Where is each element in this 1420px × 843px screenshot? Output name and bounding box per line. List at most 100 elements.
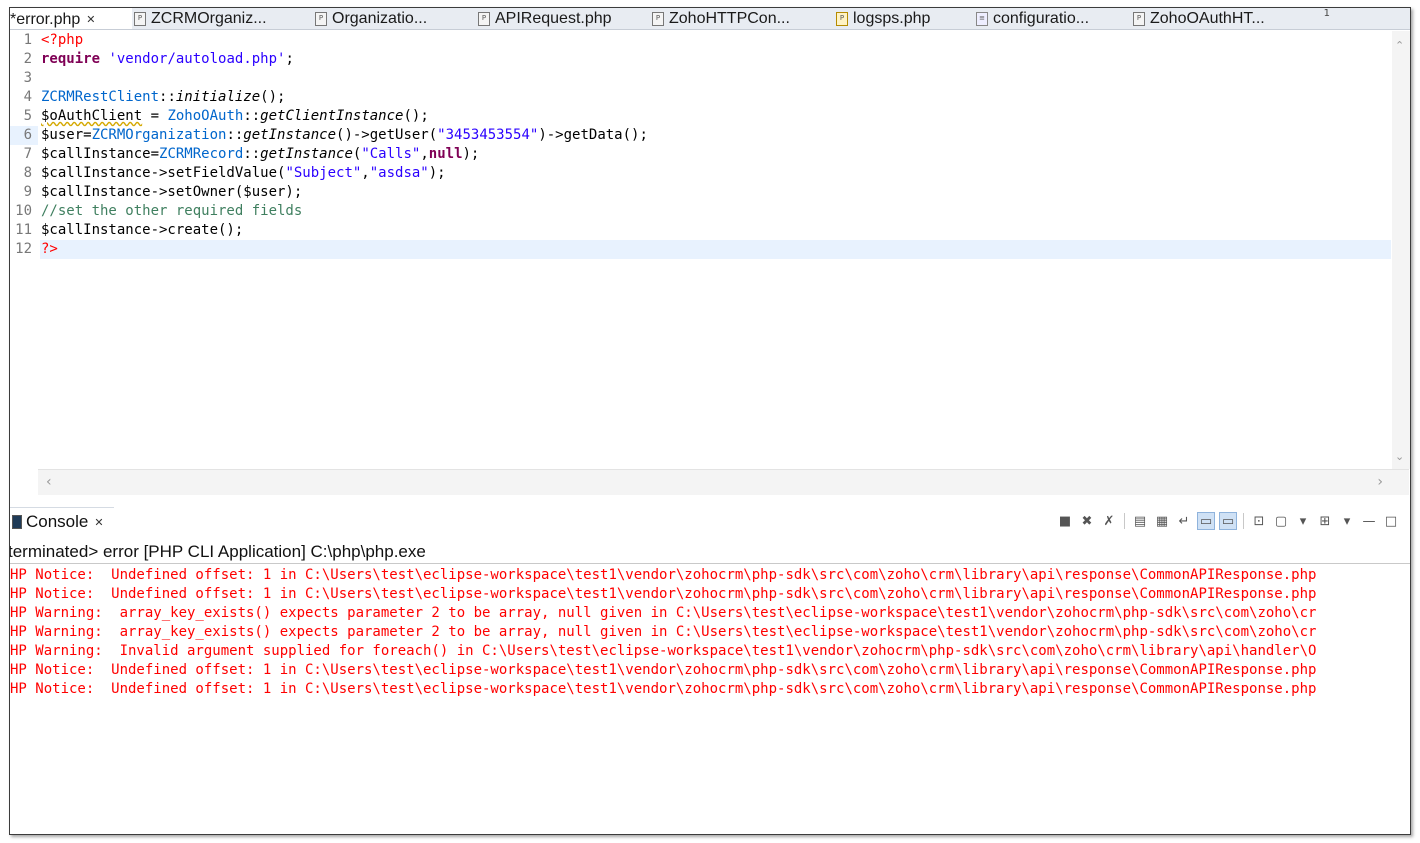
scroll-down-icon[interactable]: ⌄ bbox=[1395, 450, 1404, 463]
remove-all-terminated-icon[interactable]: ✗ bbox=[1100, 512, 1118, 530]
scroll-right-icon[interactable]: › bbox=[1377, 474, 1383, 490]
code-token: (); bbox=[403, 108, 429, 124]
scroll-left-icon[interactable]: ‹ bbox=[46, 474, 52, 490]
minimize-icon[interactable]: — bbox=[1360, 512, 1378, 530]
close-icon[interactable]: ✕ bbox=[94, 516, 103, 529]
code-token: ?> bbox=[41, 241, 58, 257]
line-number: 10 bbox=[15, 203, 32, 219]
code-token: ZCRMRecord bbox=[159, 146, 244, 162]
php-file-icon: P bbox=[1133, 11, 1145, 26]
remove-launch-icon[interactable]: ✖ bbox=[1078, 512, 1096, 530]
code-line[interactable]: ?> bbox=[40, 240, 1391, 259]
console-output-line: HP Warning: array_key_exists() expects p… bbox=[10, 624, 1317, 640]
line-number: 5 bbox=[23, 108, 32, 124]
code-line[interactable]: $callInstance->create(); bbox=[40, 221, 1391, 240]
code-token: "3453453554" bbox=[437, 127, 539, 143]
line-number: 1 bbox=[23, 32, 32, 48]
code-token: "asdsa" bbox=[369, 165, 429, 181]
code-line[interactable]: //set the other required fields bbox=[40, 202, 1391, 221]
php-warning-file-icon: P bbox=[836, 11, 848, 26]
code-token: null bbox=[428, 146, 463, 162]
code-line[interactable]: $callInstance=ZCRMRecord::getInstance("C… bbox=[40, 145, 1391, 164]
tab-label: logsps.php bbox=[853, 10, 931, 27]
console-output-line: HP Notice: Undefined offset: 1 in C:\Use… bbox=[10, 662, 1317, 678]
console-output[interactable]: HP Notice: Undefined offset: 1 in C:\Use… bbox=[10, 566, 1410, 699]
code-line[interactable]: ZCRMRestClient::initialize(); bbox=[40, 88, 1391, 107]
code-token: "Calls" bbox=[361, 146, 421, 162]
code-token: ZohoOAuth bbox=[167, 108, 244, 124]
terminate-icon[interactable]: ■ bbox=[1056, 512, 1074, 530]
eclipse-window: *error.php ✕ P ZCRMOrganiz... P Organiza… bbox=[9, 7, 1411, 835]
code-area[interactable]: <?php require 'vendor/autoload.php'; ZCRM… bbox=[40, 31, 1391, 259]
line-number: 12 bbox=[15, 241, 32, 257]
code-token: = bbox=[142, 108, 168, 124]
code-token: require bbox=[41, 51, 101, 67]
tab-console[interactable]: Console ✕ bbox=[10, 508, 114, 536]
console-output-line: HP Notice: Undefined offset: 1 in C:\Use… bbox=[10, 681, 1317, 697]
tab-organization[interactable]: P Organizatio... bbox=[315, 8, 427, 29]
code-token: , bbox=[420, 146, 429, 162]
code-line[interactable]: $callInstance->setOwner($user); bbox=[40, 183, 1391, 202]
code-line[interactable] bbox=[40, 69, 1391, 88]
clear-console-icon[interactable]: ▤ bbox=[1131, 512, 1149, 530]
display-console-dropdown-icon[interactable]: ▾ bbox=[1294, 512, 1312, 530]
scroll-up-icon[interactable]: ⌃ bbox=[1395, 39, 1404, 52]
code-token: $user= bbox=[41, 127, 92, 143]
open-console-dropdown-icon[interactable]: ▾ bbox=[1338, 512, 1356, 530]
code-token: , bbox=[361, 165, 370, 181]
toolbar-separator bbox=[1124, 513, 1125, 529]
code-line[interactable]: $user=ZCRMOrganization::getInstance()->g… bbox=[40, 126, 1391, 145]
editor-horizontal-scrollbar[interactable]: ‹ › bbox=[38, 469, 1409, 495]
tab-zcrmorganization[interactable]: P ZCRMOrganiz... bbox=[134, 8, 267, 29]
tab-error-php[interactable]: *error.php ✕ bbox=[10, 8, 132, 29]
scroll-lock-icon[interactable]: ▦ bbox=[1153, 512, 1171, 530]
code-editor[interactable]: 1 2 3 4 5 6 7 8 9 10 11 12 <?php require 'vendor/aut… bbox=[10, 31, 1391, 469]
tab-zohohttpconnector[interactable]: P ZohoHTTPCon... bbox=[652, 8, 790, 29]
code-token: :: bbox=[159, 89, 176, 105]
code-token: ()->getUser( bbox=[336, 127, 438, 143]
code-line[interactable]: <?php bbox=[40, 31, 1391, 50]
code-line[interactable]: require 'vendor/autoload.php'; bbox=[40, 50, 1391, 69]
line-number: 6 bbox=[10, 126, 38, 145]
code-token: (); bbox=[260, 89, 286, 105]
tab-label: ZohoOAuthHT... bbox=[1150, 10, 1265, 27]
php-file-icon: P bbox=[134, 11, 146, 26]
code-token: ); bbox=[428, 165, 446, 181]
console-toolbar: ■ ✖ ✗ ▤ ▦ ↵ ▭ ▭ ⊡ ▢ ▾ ⊞ ▾ — □ bbox=[1056, 512, 1400, 530]
tab-configuration[interactable]: ≡ configuratio... bbox=[976, 8, 1089, 29]
code-token: :: bbox=[243, 108, 261, 124]
show-console-on-stdout-icon[interactable]: ▭ bbox=[1197, 512, 1215, 530]
editor-vertical-scrollbar[interactable]: ⌃ ⌄ bbox=[1392, 31, 1410, 469]
code-line[interactable]: $oAuthClient = ZohoOAuth::getClientInsta… bbox=[40, 107, 1391, 126]
line-number-gutter: 1 2 3 4 5 6 7 8 9 10 11 12 bbox=[10, 31, 38, 469]
maximize-icon[interactable]: □ bbox=[1382, 512, 1400, 530]
tab-zohooauthhttp[interactable]: P ZohoOAuthHT... bbox=[1133, 8, 1265, 29]
code-token: ; bbox=[285, 51, 294, 67]
pin-console-icon[interactable]: ⊡ bbox=[1250, 512, 1268, 530]
tab-apirequest[interactable]: P APIRequest.php bbox=[478, 8, 612, 29]
line-number: 8 bbox=[23, 165, 32, 181]
tab-overflow-count[interactable]: 1 bbox=[1324, 8, 1330, 19]
open-console-icon[interactable]: ⊞ bbox=[1316, 512, 1334, 530]
display-selected-console-icon[interactable]: ▢ bbox=[1272, 512, 1290, 530]
tab-logsps[interactable]: P logsps.php bbox=[836, 8, 930, 29]
code-token: "Subject" bbox=[285, 165, 362, 181]
php-file-icon: P bbox=[478, 11, 490, 26]
close-icon[interactable]: ✕ bbox=[86, 10, 95, 29]
word-wrap-icon[interactable]: ↵ bbox=[1175, 512, 1193, 530]
line-number: 3 bbox=[23, 70, 32, 86]
tab-label: Organizatio... bbox=[332, 10, 428, 27]
tab-label: ZohoHTTPCon... bbox=[669, 10, 790, 27]
tab-label: *error.php bbox=[10, 10, 81, 28]
code-token: //set the other required fields bbox=[41, 203, 303, 219]
tab-label: configuratio... bbox=[993, 10, 1090, 27]
show-console-on-stderr-icon[interactable]: ▭ bbox=[1219, 512, 1237, 530]
php-file-icon: P bbox=[652, 11, 664, 26]
code-line[interactable]: $callInstance->setFieldValue("Subject","… bbox=[40, 164, 1391, 183]
code-token: <?php bbox=[41, 32, 84, 48]
code-token: ); bbox=[462, 146, 480, 162]
code-token: ZCRMRestClient bbox=[41, 89, 160, 105]
console-view-header: Console ✕ ■ ✖ ✗ ▤ ▦ ↵ ▭ ▭ ⊡ ▢ ▾ ⊞ ▾ — □ bbox=[10, 504, 1410, 536]
code-token: getInstance bbox=[260, 146, 353, 162]
line-number: 4 bbox=[23, 89, 32, 105]
